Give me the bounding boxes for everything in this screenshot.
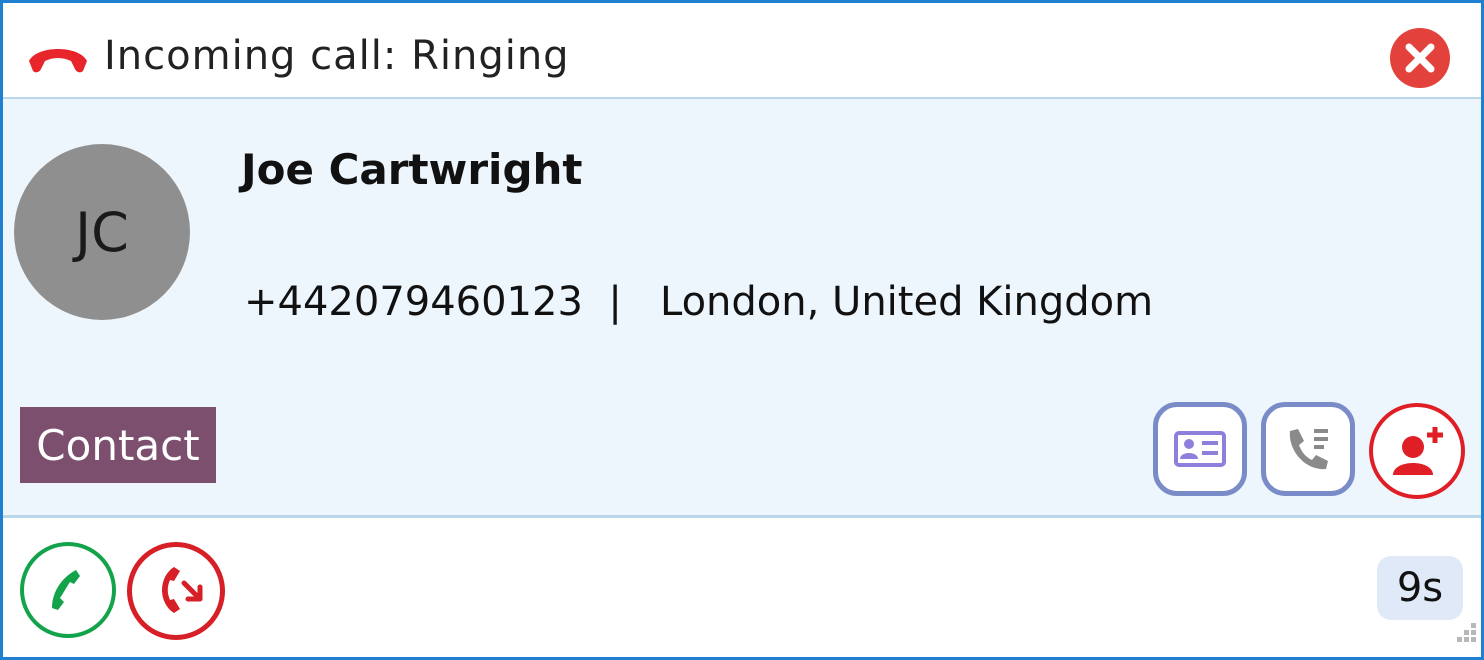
phone-answer-icon <box>52 570 80 610</box>
caller-details: +442079460123 | London, United Kingdom <box>244 279 1153 325</box>
add-contact-button[interactable] <box>1369 403 1465 499</box>
answer-button[interactable] <box>20 542 116 638</box>
contact-tag-button[interactable]: Contact <box>20 407 216 483</box>
caller-panel: JC Joe Cartwright +442079460123 | London… <box>3 99 1481 518</box>
call-status-title: Incoming call: Ringing <box>104 33 570 79</box>
call-history-icon <box>1289 429 1328 470</box>
contact-card-icon <box>1174 431 1226 467</box>
avatar-initials: JC <box>75 200 129 264</box>
close-button[interactable] <box>1390 28 1450 88</box>
phone-hangup-icon <box>25 39 91 79</box>
call-history-button[interactable] <box>1261 402 1355 496</box>
avatar: JC <box>14 144 190 320</box>
caller-name: Joe Cartwright <box>241 145 583 194</box>
call-reject-icon <box>162 567 203 613</box>
close-icon <box>1405 43 1435 73</box>
title-bar: Incoming call: Ringing <box>3 3 1481 99</box>
reject-button[interactable] <box>127 542 225 640</box>
details-separator: | <box>608 279 622 325</box>
caller-phone: +442079460123 <box>244 279 583 325</box>
contact-card-button[interactable] <box>1153 402 1247 496</box>
caller-location: London, United Kingdom <box>659 279 1154 325</box>
resize-grip-icon[interactable] <box>1455 621 1479 645</box>
add-contact-icon <box>1393 427 1443 475</box>
call-timer: 9s <box>1377 556 1463 620</box>
incoming-call-window: Incoming call: Ringing JC Joe Cartwright… <box>0 0 1484 660</box>
call-controls: 9s <box>3 518 1481 657</box>
